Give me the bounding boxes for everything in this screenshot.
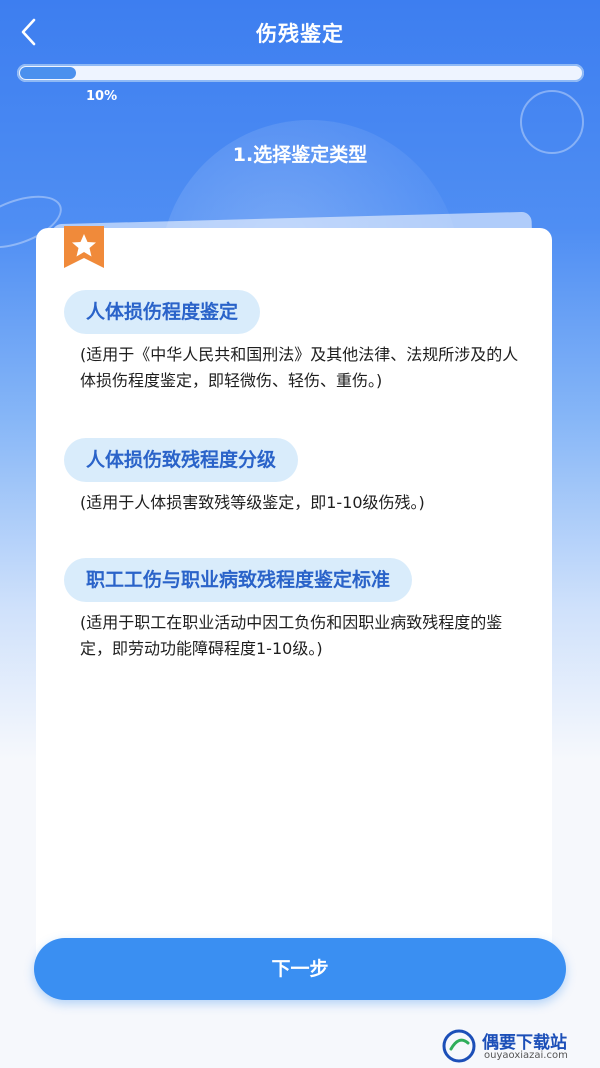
star-bookmark-icon (64, 226, 104, 268)
progress-label: 10% (86, 89, 118, 104)
progress-fill (20, 67, 76, 79)
progress-bar (17, 64, 584, 82)
option-tag-work-injury-standard[interactable]: 职工工伤与职业病致残程度鉴定标准 (64, 558, 413, 602)
page-title: 伤残鉴定 (256, 22, 344, 46)
watermark-logo-icon (442, 1029, 476, 1063)
watermark-url: ouyaoxiazai.com (484, 1050, 568, 1061)
app-header: 伤残鉴定 (0, 0, 600, 64)
option-desc-injury-degree: (适用于《中华人民共和国刑法》及其他法律、法规所涉及的人体损伤程度鉴定，即轻微伤… (80, 345, 519, 390)
step-title: 1.选择鉴定类型 (232, 144, 368, 166)
option-tag-injury-degree[interactable]: 人体损伤程度鉴定 (64, 290, 261, 334)
site-watermark: 偶要下载站 ouyaoxiazai.com (440, 1026, 600, 1068)
next-step-button[interactable]: 下一步 (34, 938, 566, 1000)
option-tag-disability-grading[interactable]: 人体损伤致残程度分级 (64, 438, 299, 482)
option-desc-work-injury-standard: (适用于职工在职业活动中因工负伤和因职业病致残程度的鉴定，即劳动功能障碍程度1-… (80, 613, 503, 658)
option-desc-disability-grading: (适用于人体损害致残等级鉴定，即1-10级伤残。) (80, 493, 425, 512)
